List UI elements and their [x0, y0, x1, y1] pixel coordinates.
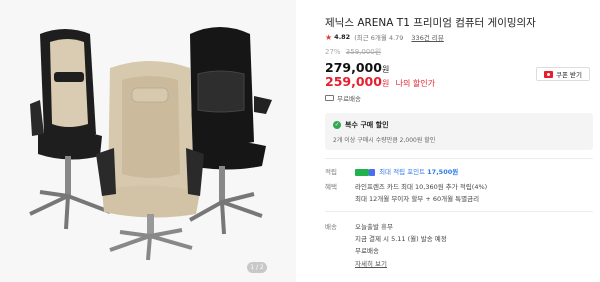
naverpay-badge-icon	[355, 168, 375, 176]
points-text: 최대 적립 포인트	[379, 168, 426, 176]
original-price: 359,000원	[345, 48, 382, 56]
star-icon: ★	[325, 32, 333, 42]
bulk-discount-desc: 2개 이상 구매시 수량만큼 2,000원 할인	[333, 137, 436, 144]
rating-row: ★ 4.82 (최근 6개월 4.79 336건 리뷰	[325, 32, 444, 43]
product-image	[29, 27, 272, 261]
shipping-label: 무료배송	[337, 95, 361, 103]
sale-price-value: 259,000	[325, 74, 382, 89]
truck-icon	[325, 95, 334, 101]
delivery-label: 배송	[325, 223, 337, 231]
benefit-label: 혜택	[325, 183, 337, 191]
coupon-label: 쿠폰 받기	[556, 71, 582, 79]
bulk-discount-title: 복수 구매 할인	[345, 121, 389, 129]
my-discount-label: 나의 할인가	[395, 79, 436, 88]
rating-detail: (최근 6개월 4.79	[354, 34, 404, 42]
price: 279,000원	[325, 60, 389, 75]
sale-price: 259,000원 나의 할인가	[325, 74, 435, 89]
card-benefit-line2: 최대 12개월 무이자 할부 + 60개월 특별금리	[355, 195, 480, 203]
points-label: 적립	[325, 168, 337, 176]
bulk-discount-header: ✓ 복수 구매 할인	[333, 120, 389, 130]
sale-price-unit: 원	[381, 79, 390, 88]
points-value: 17,500원	[427, 168, 459, 176]
coupon-icon	[544, 70, 553, 78]
divider	[325, 211, 593, 212]
card-benefit-line1: 라인프렌즈 카드 최대 10,360원 추가 적립(4%)	[355, 183, 488, 191]
product-image-gallery[interactable]: 1 / 2	[0, 0, 296, 282]
chair-center	[96, 61, 204, 261]
product-info: 제닉스 ARENA T1 프리미엄 컴퓨터 게이밍의자 ★ 4.82 (최근 6…	[300, 0, 600, 282]
points-row: 최대 적립 포인트 17,500원	[355, 166, 458, 176]
image-page-indicator: 1 / 2	[247, 262, 267, 273]
review-count-link[interactable]: 336건 리뷰	[411, 32, 443, 42]
points-info[interactable]: 최대 적립 포인트 17,500원	[379, 168, 458, 176]
price-unit: 원	[381, 65, 390, 74]
delivery-line3: 무료배송	[355, 247, 379, 255]
rating-score: 4.82	[334, 33, 351, 41]
bulk-discount-box: ✓ 복수 구매 할인 2개 이상 구매시 수량만큼 2,000원 할인	[325, 113, 593, 150]
check-icon: ✓	[333, 121, 341, 129]
coupon-button[interactable]: 쿠폰 받기	[536, 67, 590, 81]
product-title: 제닉스 ARENA T1 프리미엄 컴퓨터 게이밍의자	[325, 17, 536, 29]
chair-left	[29, 29, 111, 230]
discount-rate: 27%	[325, 48, 341, 56]
delivery-line2: 지금 결제 시 5.11 (월) 발송 예정	[355, 235, 447, 243]
divider	[325, 158, 593, 159]
shipping-row: 무료배송	[325, 93, 361, 103]
delivery-line1: 오늘출발 휴무	[355, 223, 393, 231]
price-value: 279,000	[325, 60, 382, 75]
delivery-detail-link[interactable]: 자세히 보기	[355, 258, 387, 268]
discount-row: 27% 359,000원	[325, 47, 381, 57]
